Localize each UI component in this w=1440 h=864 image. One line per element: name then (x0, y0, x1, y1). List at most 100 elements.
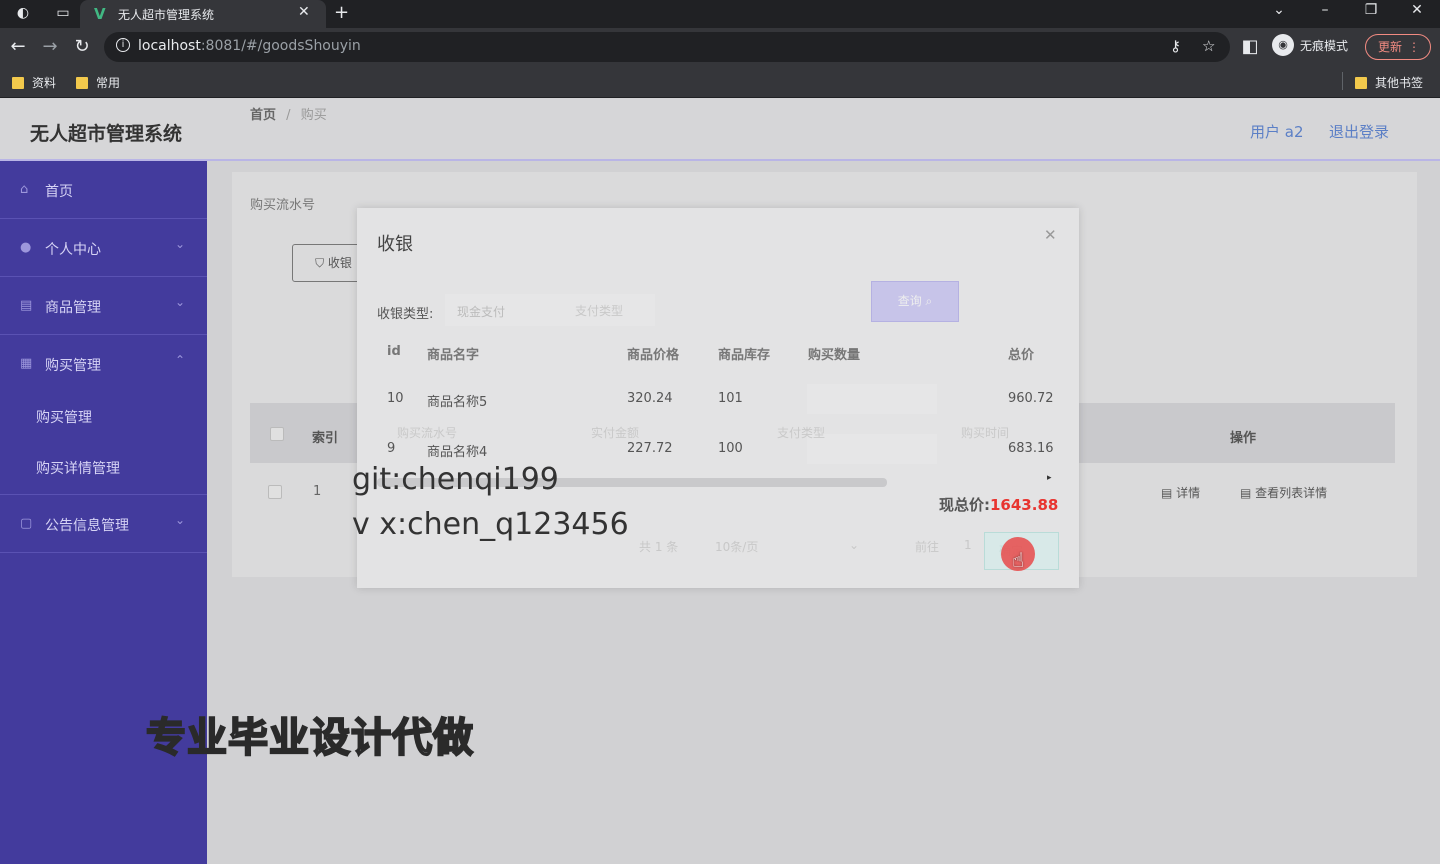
pager-page-input[interactable]: 1 (964, 538, 972, 552)
pager-chevron-icon: ⌄ (849, 538, 860, 552)
hand-cursor-icon: ☝ (1012, 548, 1025, 572)
column-header-ops: 操作 (1230, 431, 1257, 446)
app-title: 无人超市管理系统 (30, 123, 183, 145)
bookmark-folder-ziliao[interactable]: 资料 (12, 74, 56, 91)
row-detail-link[interactable]: ▤ 详情 (1161, 484, 1200, 501)
window-close-icon[interactable]: ✕ (1402, 2, 1432, 18)
tab-search-icon[interactable]: ⌄ (1264, 2, 1294, 18)
restore-icon[interactable]: ❐ (1356, 2, 1386, 18)
sidebar-subitem-purchase[interactable]: 购买管理 (36, 407, 92, 427)
more-vert-icon: ⋮ (1408, 40, 1420, 54)
goods-icon: ▤ (20, 298, 33, 313)
pager-size-select[interactable]: 10条/页 (715, 538, 758, 555)
bookmark-star-icon[interactable]: ☆ (1202, 37, 1215, 55)
document-icon: ▤ (1240, 486, 1256, 500)
row-checkbox[interactable] (268, 485, 282, 499)
forward-icon[interactable]: → (38, 36, 62, 57)
vue-favicon-icon: V (94, 5, 106, 23)
logout-link[interactable]: 退出登录 (1329, 121, 1389, 142)
browser-menu-icon[interactable]: ◐ (12, 4, 34, 22)
column-header-total: 总价 (1008, 348, 1035, 363)
query-button-label: 查询 (897, 294, 922, 308)
breadcrumb-separator: / (286, 108, 291, 123)
app-header: 无人超市管理系统 用户 a2 退出登录 (0, 99, 1440, 161)
cell-id: 9 (387, 441, 396, 456)
column-header-index: 索引 (312, 431, 339, 446)
sidebar-item-label: 个人中心 (45, 242, 101, 258)
cell-total: 683.16 (1008, 441, 1054, 456)
search-serial-label: 购买流水号 (250, 198, 316, 213)
password-key-icon[interactable]: ⚷ (1170, 37, 1181, 55)
row-index: 1 (313, 484, 322, 499)
pager-goto-label: 前往 (915, 540, 940, 554)
scroll-right-icon[interactable]: ▸ (1047, 473, 1052, 483)
purchase-icon: ▦ (20, 356, 33, 371)
notice-icon: ▢ (20, 516, 33, 531)
sidebar-item-home[interactable]: ⌂ 首页 (0, 161, 207, 219)
cell-total: 960.72 (1008, 391, 1054, 406)
row-list-detail-link[interactable]: ▤ 查看列表详情 (1240, 484, 1327, 501)
reload-icon[interactable]: ↻ (70, 36, 94, 57)
chevron-up-icon: ⌃ (175, 353, 186, 367)
sidebar-subitem-purchase-detail[interactable]: 购买详情管理 (36, 458, 120, 478)
cart-icon: ⛉ (315, 256, 328, 270)
bookmarks-divider (1342, 72, 1343, 90)
sidebar-item-purchase[interactable]: ▦ 购买管理 ⌃ 购买管理 购买详情管理 (0, 335, 207, 495)
quantity-stepper[interactable] (807, 384, 937, 414)
pay-type-select[interactable]: 现金支付 支付类型 (445, 294, 655, 326)
select-all-checkbox[interactable] (270, 427, 284, 441)
sidebar-item-label: 购买管理 (45, 358, 101, 374)
other-bookmarks[interactable]: 其他书签 (1355, 74, 1423, 91)
incognito-icon: ◉ (1272, 34, 1294, 56)
column-header-name: 商品名字 (427, 348, 480, 363)
dialog-title: 收银 (377, 234, 413, 255)
side-panel-icon[interactable]: ◧ (1238, 36, 1262, 57)
column-header-id: id (387, 344, 401, 359)
ghost-column-time: 购买时间 (961, 426, 1010, 440)
pager-total: 共 1 条 (639, 540, 679, 554)
sidebar-item-label: 首页 (45, 184, 73, 200)
cell-price: 320.24 (627, 391, 673, 406)
bookmarks-bar: 资料 常用 其他书签 (0, 66, 1440, 98)
chevron-down-icon: ⌄ (175, 237, 186, 251)
cell-price: 227.72 (627, 441, 673, 456)
sidebar-item-profile[interactable]: ● 个人中心 ⌄ (0, 219, 207, 277)
dialog-close-icon[interactable]: ✕ (1044, 226, 1057, 244)
sidebar-item-label: 商品管理 (45, 300, 101, 316)
total-amount: 1643.88 (990, 496, 1059, 514)
watermark-banner: 专业毕业设计代做 (145, 714, 474, 762)
bookmark-label: 其他书签 (1375, 76, 1424, 90)
omnibox[interactable]: i localhost:8081/#/goodsShouyin ⚷ ☆ (104, 32, 1230, 62)
url-text[interactable]: localhost:8081/#/goodsShouyin (138, 38, 361, 54)
breadcrumb-home[interactable]: 首页 (250, 108, 276, 123)
tab-overview-icon[interactable]: ▭ (52, 4, 74, 22)
sidebar-item-notice[interactable]: ▢ 公告信息管理 ⌄ (0, 495, 207, 553)
incognito-indicator[interactable]: ◉ 无痕模式 (1272, 34, 1348, 56)
bookmark-label: 资料 (32, 76, 57, 90)
query-button[interactable]: 查询 ⌕ (871, 281, 959, 322)
list-detail-label: 查看列表详情 (1255, 486, 1328, 500)
pay-type-ghost-placeholder: 支付类型 (575, 304, 624, 318)
new-tab-icon[interactable]: + (334, 2, 349, 23)
sidebar-item-goods[interactable]: ▤ 商品管理 ⌄ (0, 277, 207, 335)
quantity-stepper[interactable] (807, 434, 937, 464)
bookmark-folder-changyong[interactable]: 常用 (76, 74, 120, 91)
column-header-quantity: 购买数量 (808, 348, 861, 363)
site-info-icon[interactable]: i (116, 38, 130, 52)
watermark-contact: v x:chen_q123456 (352, 507, 629, 542)
user-name[interactable]: 用户 a2 (1250, 121, 1304, 142)
search-icon: ⌕ (925, 294, 933, 308)
chevron-down-icon: ⌄ (175, 513, 186, 527)
pay-type-value: 现金支付 (457, 305, 506, 319)
browser-tab[interactable]: V 无人超市管理系统 ✕ (80, 0, 326, 28)
cashier-button-label: 收银 (327, 256, 352, 270)
minimize-icon[interactable]: – (1310, 2, 1340, 18)
update-button[interactable]: 更新 ⋮ (1365, 34, 1431, 60)
update-label: 更新 (1378, 40, 1403, 54)
back-icon[interactable]: ← (6, 36, 30, 57)
sidebar-item-label: 公告信息管理 (45, 518, 129, 534)
detail-label: 详情 (1176, 486, 1201, 500)
pay-type-label: 收银类型: (377, 307, 434, 322)
tab-close-icon[interactable]: ✕ (298, 4, 310, 20)
incognito-label: 无痕模式 (1300, 38, 1349, 53)
